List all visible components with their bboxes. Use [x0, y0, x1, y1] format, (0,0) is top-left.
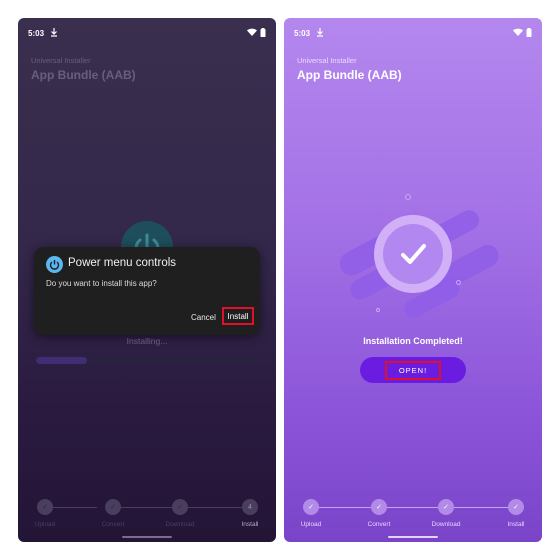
gesture-nav-bar[interactable] — [388, 536, 438, 538]
wifi-icon — [247, 28, 257, 38]
right-phone-screen: 5:03 Universal Installer App Bundle (AAB… — [284, 18, 542, 542]
step-install-checkmark-icon: ✓ — [508, 499, 524, 515]
step-connector — [188, 507, 242, 508]
step-label-download: Download — [165, 521, 195, 528]
battery-icon — [260, 27, 266, 39]
install-progress-bar — [36, 357, 256, 364]
open-button-label[interactable]: OPEN! — [384, 360, 442, 380]
step-label-install: Install — [507, 521, 525, 528]
download-icon — [316, 27, 324, 39]
install-dialog: Power menu controls Do you want to insta… — [34, 247, 260, 335]
step-connector — [454, 507, 508, 508]
status-time: 5:03 — [28, 28, 45, 38]
step-download-checkmark-icon: ✓ — [172, 499, 188, 515]
installing-status: Installing... — [126, 336, 168, 346]
step-connector — [319, 507, 371, 508]
step-upload-checkmark-icon: ✓ — [303, 499, 319, 515]
checkmark-icon — [383, 224, 443, 284]
step-label-upload: Upload — [34, 521, 56, 528]
cancel-button[interactable]: Cancel — [191, 313, 216, 322]
decor-dot — [376, 308, 380, 312]
app-title: App Bundle (AAB) — [297, 68, 402, 82]
step-download-checkmark-icon: ✓ — [438, 499, 454, 515]
wifi-icon — [513, 28, 523, 38]
open-button[interactable]: OPEN! — [360, 357, 466, 383]
success-badge — [374, 215, 452, 293]
step-connector — [121, 507, 172, 508]
dialog-title: Power menu controls — [68, 257, 177, 269]
battery-icon — [526, 27, 532, 39]
step-connector — [387, 507, 438, 508]
status-bar: 5:03 — [28, 26, 266, 40]
step-label-convert: Convert — [367, 521, 391, 528]
status-time: 5:03 — [294, 28, 311, 38]
step-indicator: ✓ ✓ ✓ 4 — [18, 499, 276, 515]
step-connector — [53, 507, 97, 508]
step-convert-checkmark-icon: ✓ — [371, 499, 387, 515]
decor-dot — [405, 194, 411, 200]
app-title: App Bundle (AAB) — [31, 68, 136, 82]
download-icon — [50, 27, 58, 39]
step-convert-checkmark-icon: ✓ — [105, 499, 121, 515]
status-bar: 5:03 — [294, 26, 532, 40]
progress-fill — [36, 357, 87, 364]
step-label-download: Download — [431, 521, 461, 528]
step-upload-checkmark-icon: ✓ — [37, 499, 53, 515]
gesture-nav-bar[interactable] — [122, 536, 172, 538]
left-phone-screen: 5:03 Universal Installer App Bundle (AAB… — [18, 18, 276, 542]
step-label-convert: Convert — [101, 521, 125, 528]
completed-status: Installation Completed! — [363, 336, 463, 346]
app-subtitle: Universal Installer — [31, 56, 91, 65]
decor-dot — [456, 280, 461, 285]
step-indicator: ✓ ✓ ✓ ✓ — [284, 499, 542, 515]
app-subtitle: Universal Installer — [297, 56, 357, 65]
dialog-message: Do you want to install this app? — [46, 279, 157, 288]
step-label-upload: Upload — [300, 521, 322, 528]
step-install-number: 4 — [242, 499, 258, 515]
step-label-install: Install — [241, 521, 259, 528]
app-icon — [46, 256, 63, 273]
install-button[interactable]: Install — [222, 307, 254, 325]
